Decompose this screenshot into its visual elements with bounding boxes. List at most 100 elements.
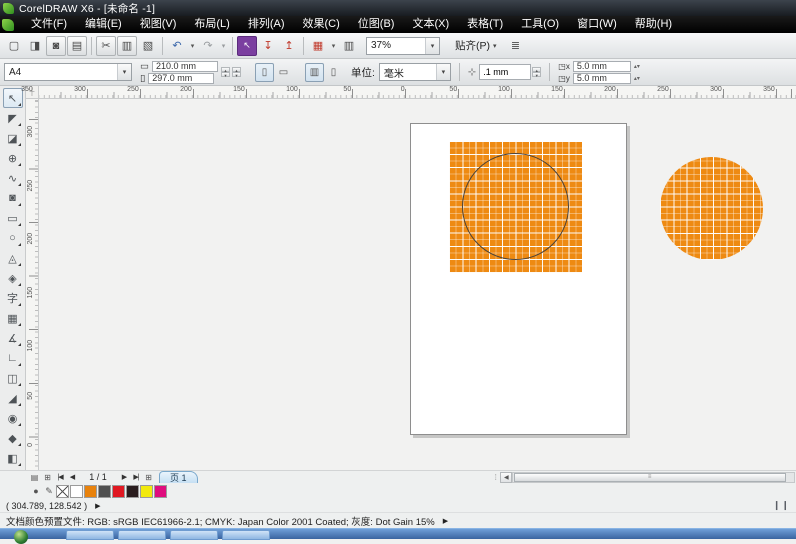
crop-tool[interactable]: ◪	[3, 128, 23, 148]
undo-button[interactable]: ↶	[167, 36, 187, 56]
page-tab[interactable]: 页 1	[159, 471, 198, 484]
swatch-orange[interactable]	[84, 485, 97, 498]
swatch-black[interactable]	[126, 485, 139, 498]
copy-button[interactable]: ▥	[117, 36, 137, 56]
menu-item-text[interactable]: 文本(X)	[403, 16, 458, 33]
swatch-no-color[interactable]	[56, 485, 69, 498]
paper-size-spinner[interactable]: ▴ ▾	[221, 67, 230, 77]
text-tool[interactable]: 字	[3, 288, 23, 308]
dimension-tool[interactable]: ∡	[3, 328, 23, 348]
menu-item-window[interactable]: 窗口(W)	[568, 16, 626, 33]
pick-tool[interactable]: ↖	[3, 88, 23, 108]
duplicate-y-field[interactable]: 5.0 mm	[573, 73, 631, 84]
scrollbar-splitter[interactable]: ⁞	[492, 473, 499, 482]
menu-item-file[interactable]: 文件(F)	[22, 16, 76, 33]
save-button[interactable]: ◙	[46, 36, 66, 56]
nudge-offset-field[interactable]: .1 mm	[479, 64, 531, 80]
landscape-orientation-button[interactable]: ▭	[274, 63, 293, 82]
spin-down-icon[interactable]: ▾	[232, 72, 241, 77]
scrollbar-track[interactable]: ≡	[512, 472, 795, 483]
nudge-spinner[interactable]: ▴ ▾	[532, 67, 541, 77]
scroll-left-button[interactable]: ◀	[500, 472, 512, 483]
rectangle-tool[interactable]: ▭	[3, 208, 23, 228]
status-expand-icon[interactable]: ▶	[95, 502, 100, 510]
menu-item-arrange[interactable]: 排列(A)	[239, 16, 294, 33]
orange-grid-circle[interactable]	[660, 157, 763, 260]
portrait-orientation-button[interactable]: ▯	[255, 63, 274, 82]
horizontal-scrollbar[interactable]: ◀ ≡	[500, 472, 795, 483]
shape-tool[interactable]: ◤	[3, 108, 23, 128]
swatch-gray[interactable]	[98, 485, 111, 498]
drawing-canvas[interactable]	[39, 99, 796, 470]
zoom-dropdown-icon[interactable]: ▾	[425, 38, 439, 54]
zoom-level-combobox[interactable]: 37% ▾	[366, 37, 440, 55]
zoom-tool[interactable]: ⊕	[3, 148, 23, 168]
duplicate-y-spinner[interactable]: ▴▾	[634, 75, 640, 82]
corel-app-icon[interactable]	[2, 19, 14, 31]
menu-item-edit[interactable]: 编辑(E)	[76, 16, 131, 33]
paper-size-dropdown-icon[interactable]: ▾	[117, 64, 131, 80]
spin-down-icon[interactable]: ▾	[221, 72, 230, 77]
swatch-white[interactable]	[70, 485, 83, 498]
swatch-magenta[interactable]	[154, 485, 167, 498]
redo-button[interactable]: ↷	[198, 36, 218, 56]
all-pages-button[interactable]: ▥	[305, 63, 324, 82]
paper-width-field[interactable]: 210.0 mm	[152, 61, 218, 72]
page-flip-icon[interactable]: ▤	[28, 473, 41, 482]
menu-item-bitmaps[interactable]: 位图(B)	[349, 16, 404, 33]
scrollbar-thumb[interactable]: ≡	[514, 473, 786, 482]
basic-shapes-tool[interactable]: ◈	[3, 268, 23, 288]
circle-outline-shape[interactable]	[462, 153, 569, 260]
paper-height-field[interactable]: 297.0 mm	[148, 73, 214, 84]
duplicate-x-spinner[interactable]: ▴▾	[634, 63, 640, 70]
color-eyedropper-tool[interactable]: ◢	[3, 388, 23, 408]
redo-dropdown[interactable]: ▾	[219, 36, 228, 56]
smart-fill-tool[interactable]: ◙	[3, 188, 23, 208]
welcome-screen-button[interactable]: ▥	[339, 36, 359, 56]
start-button[interactable]	[14, 530, 28, 544]
print-button[interactable]: ▤	[67, 36, 87, 56]
ellipse-tool[interactable]: ○	[3, 228, 23, 248]
swatch-red[interactable]	[112, 485, 125, 498]
open-button[interactable]: ◨	[25, 36, 45, 56]
last-page-button[interactable]: ▶|	[130, 473, 142, 481]
search-content-button[interactable]: ↖	[237, 36, 257, 56]
swatch-yellow[interactable]	[140, 485, 153, 498]
menu-item-layout[interactable]: 布局(L)	[185, 16, 238, 33]
fill-tool[interactable]: ◆	[3, 428, 23, 448]
eyedropper-icon[interactable]: ✎	[43, 486, 55, 497]
options-button[interactable]: ≣	[506, 36, 526, 56]
connector-tool[interactable]: ∟	[3, 348, 23, 368]
outline-pen-tool[interactable]: ◉	[3, 408, 23, 428]
duplicate-x-field[interactable]: 5.0 mm	[573, 61, 631, 72]
cut-button[interactable]: ✂	[96, 36, 116, 56]
interactive-fill-tool[interactable]: ◧	[3, 448, 23, 468]
application-launcher-button[interactable]: ▦	[308, 36, 328, 56]
add-page-icon-2[interactable]: ⊞	[142, 473, 155, 482]
units-dropdown-icon[interactable]: ▾	[436, 64, 450, 80]
undo-dropdown[interactable]: ▾	[188, 36, 197, 56]
menu-item-tools[interactable]: 工具(O)	[512, 16, 568, 33]
next-page-button[interactable]: ▶	[118, 473, 130, 481]
application-launcher-dropdown[interactable]: ▾	[329, 36, 338, 56]
import-button[interactable]: ↧	[258, 36, 278, 56]
first-page-button[interactable]: |◀	[54, 473, 66, 481]
menu-item-table[interactable]: 表格(T)	[458, 16, 512, 33]
profile-expand-icon[interactable]: ▶	[443, 517, 448, 525]
previous-page-button[interactable]: ◀	[66, 473, 78, 481]
paste-button[interactable]: ▧	[138, 36, 158, 56]
new-document-button[interactable]: ▢	[4, 36, 24, 56]
menu-item-help[interactable]: 帮助(H)	[626, 16, 681, 33]
menu-item-view[interactable]: 视图(V)	[131, 16, 186, 33]
units-combobox[interactable]: 毫米 ▾	[379, 63, 451, 81]
add-page-icon[interactable]: ⊞	[41, 473, 54, 482]
snap-to-dropdown[interactable]: 贴齐(P) ▾	[451, 36, 501, 56]
current-page-button[interactable]: ▯	[324, 63, 343, 82]
blend-tool[interactable]: ◫	[3, 368, 23, 388]
freehand-tool[interactable]: ∿	[3, 168, 23, 188]
table-tool[interactable]: ▦	[3, 308, 23, 328]
fill-reference-icon[interactable]: ●	[30, 486, 42, 496]
export-button[interactable]: ↥	[279, 36, 299, 56]
paper-size-spinner-2[interactable]: ▴ ▾	[232, 67, 241, 77]
paper-size-combobox[interactable]: A4 ▾	[4, 63, 132, 81]
